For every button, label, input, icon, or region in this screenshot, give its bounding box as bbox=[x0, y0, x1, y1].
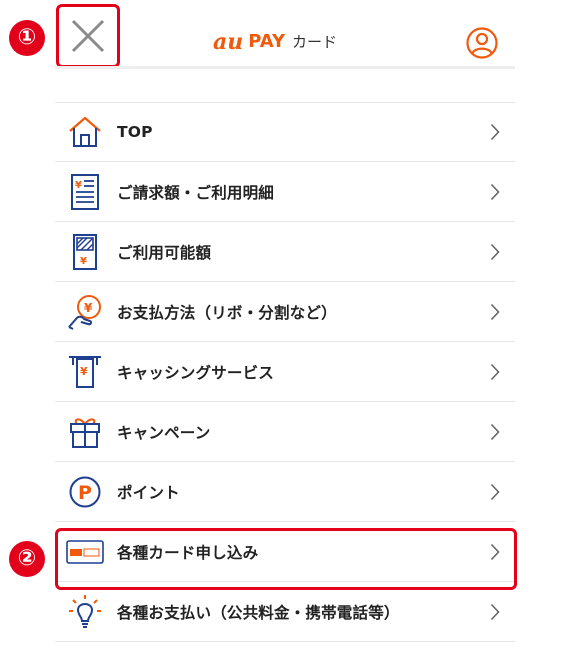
chevron-right-icon bbox=[489, 243, 501, 261]
menu-item-label: 各種カード申し込み bbox=[117, 543, 259, 562]
point-icon: P bbox=[63, 470, 107, 514]
menu-item-cashing[interactable]: ¥ キャッシングサービス bbox=[55, 342, 515, 402]
card-icon bbox=[63, 530, 107, 574]
svg-text:¥: ¥ bbox=[75, 180, 82, 191]
logo-card-text: カード bbox=[292, 32, 338, 51]
cashing-icon: ¥ bbox=[63, 350, 107, 394]
callout-marker-1: ① bbox=[9, 20, 45, 56]
menu-item-campaign[interactable]: キャンペーン bbox=[55, 402, 515, 462]
menu-item-label: 各種お支払い（公共料金・携帯電話等） bbox=[117, 603, 400, 622]
svg-text:¥: ¥ bbox=[84, 301, 93, 315]
close-icon bbox=[71, 19, 105, 53]
chevron-right-icon bbox=[489, 363, 501, 381]
statement-icon: ¥ bbox=[63, 170, 107, 214]
logo-pay-text: PAY bbox=[248, 31, 286, 52]
logo-au-text: au bbox=[213, 29, 244, 55]
menu-item-label: ご請求額・ご利用明細 bbox=[117, 183, 275, 202]
menu-item-card-application[interactable]: 各種カード申し込み bbox=[55, 522, 515, 582]
chevron-right-icon bbox=[489, 483, 501, 501]
svg-text:P: P bbox=[78, 482, 92, 504]
account-icon bbox=[466, 27, 498, 59]
menu-item-label: ポイント bbox=[117, 483, 180, 502]
close-menu-button[interactable] bbox=[56, 4, 120, 68]
available-amount-icon: ¥ bbox=[63, 230, 107, 274]
menu-item-label: TOP bbox=[117, 123, 153, 141]
chevron-right-icon bbox=[489, 123, 501, 141]
callout-marker-2: ② bbox=[9, 541, 45, 577]
chevron-right-icon bbox=[489, 543, 501, 561]
home-icon bbox=[63, 110, 107, 154]
menu-item-available-amount[interactable]: ¥ ご利用可能額 bbox=[55, 222, 515, 282]
aupay-card-logo: au PAY カード bbox=[213, 26, 363, 58]
payment-method-icon: ¥ bbox=[63, 290, 107, 334]
menu-item-payment-method[interactable]: ¥ お支払方法（リボ・分割など） bbox=[55, 282, 515, 342]
chevron-right-icon bbox=[489, 183, 501, 201]
svg-text:¥: ¥ bbox=[80, 365, 88, 378]
menu-item-various-payments[interactable]: 各種お支払い（公共料金・携帯電話等） bbox=[55, 582, 515, 642]
main-menu: TOP ¥ ご請求額・ご利用明細 ¥ ご利用可能額 ¥ お支払方法（リボ・分割な… bbox=[55, 102, 515, 642]
menu-item-label: お支払方法（リボ・分割など） bbox=[117, 303, 337, 322]
chevron-right-icon bbox=[489, 603, 501, 621]
menu-item-point[interactable]: P ポイント bbox=[55, 462, 515, 522]
menu-item-label: ご利用可能額 bbox=[117, 243, 212, 262]
gift-icon bbox=[63, 410, 107, 454]
menu-screen: ① au PAY カード TOP ¥ ご請求額・ご利用明細 ¥ ご利用可能額 ¥… bbox=[0, 0, 570, 670]
menu-item-label: キャンペーン bbox=[117, 423, 211, 442]
chevron-right-icon bbox=[489, 423, 501, 441]
menu-item-statement[interactable]: ¥ ご請求額・ご利用明細 bbox=[55, 162, 515, 222]
lightbulb-icon bbox=[63, 590, 107, 634]
svg-text:¥: ¥ bbox=[80, 256, 87, 267]
account-button[interactable] bbox=[463, 24, 501, 62]
menu-item-top[interactable]: TOP bbox=[55, 102, 515, 162]
chevron-right-icon bbox=[489, 303, 501, 321]
menu-item-label: キャッシングサービス bbox=[117, 363, 275, 382]
header-divider bbox=[55, 66, 515, 69]
